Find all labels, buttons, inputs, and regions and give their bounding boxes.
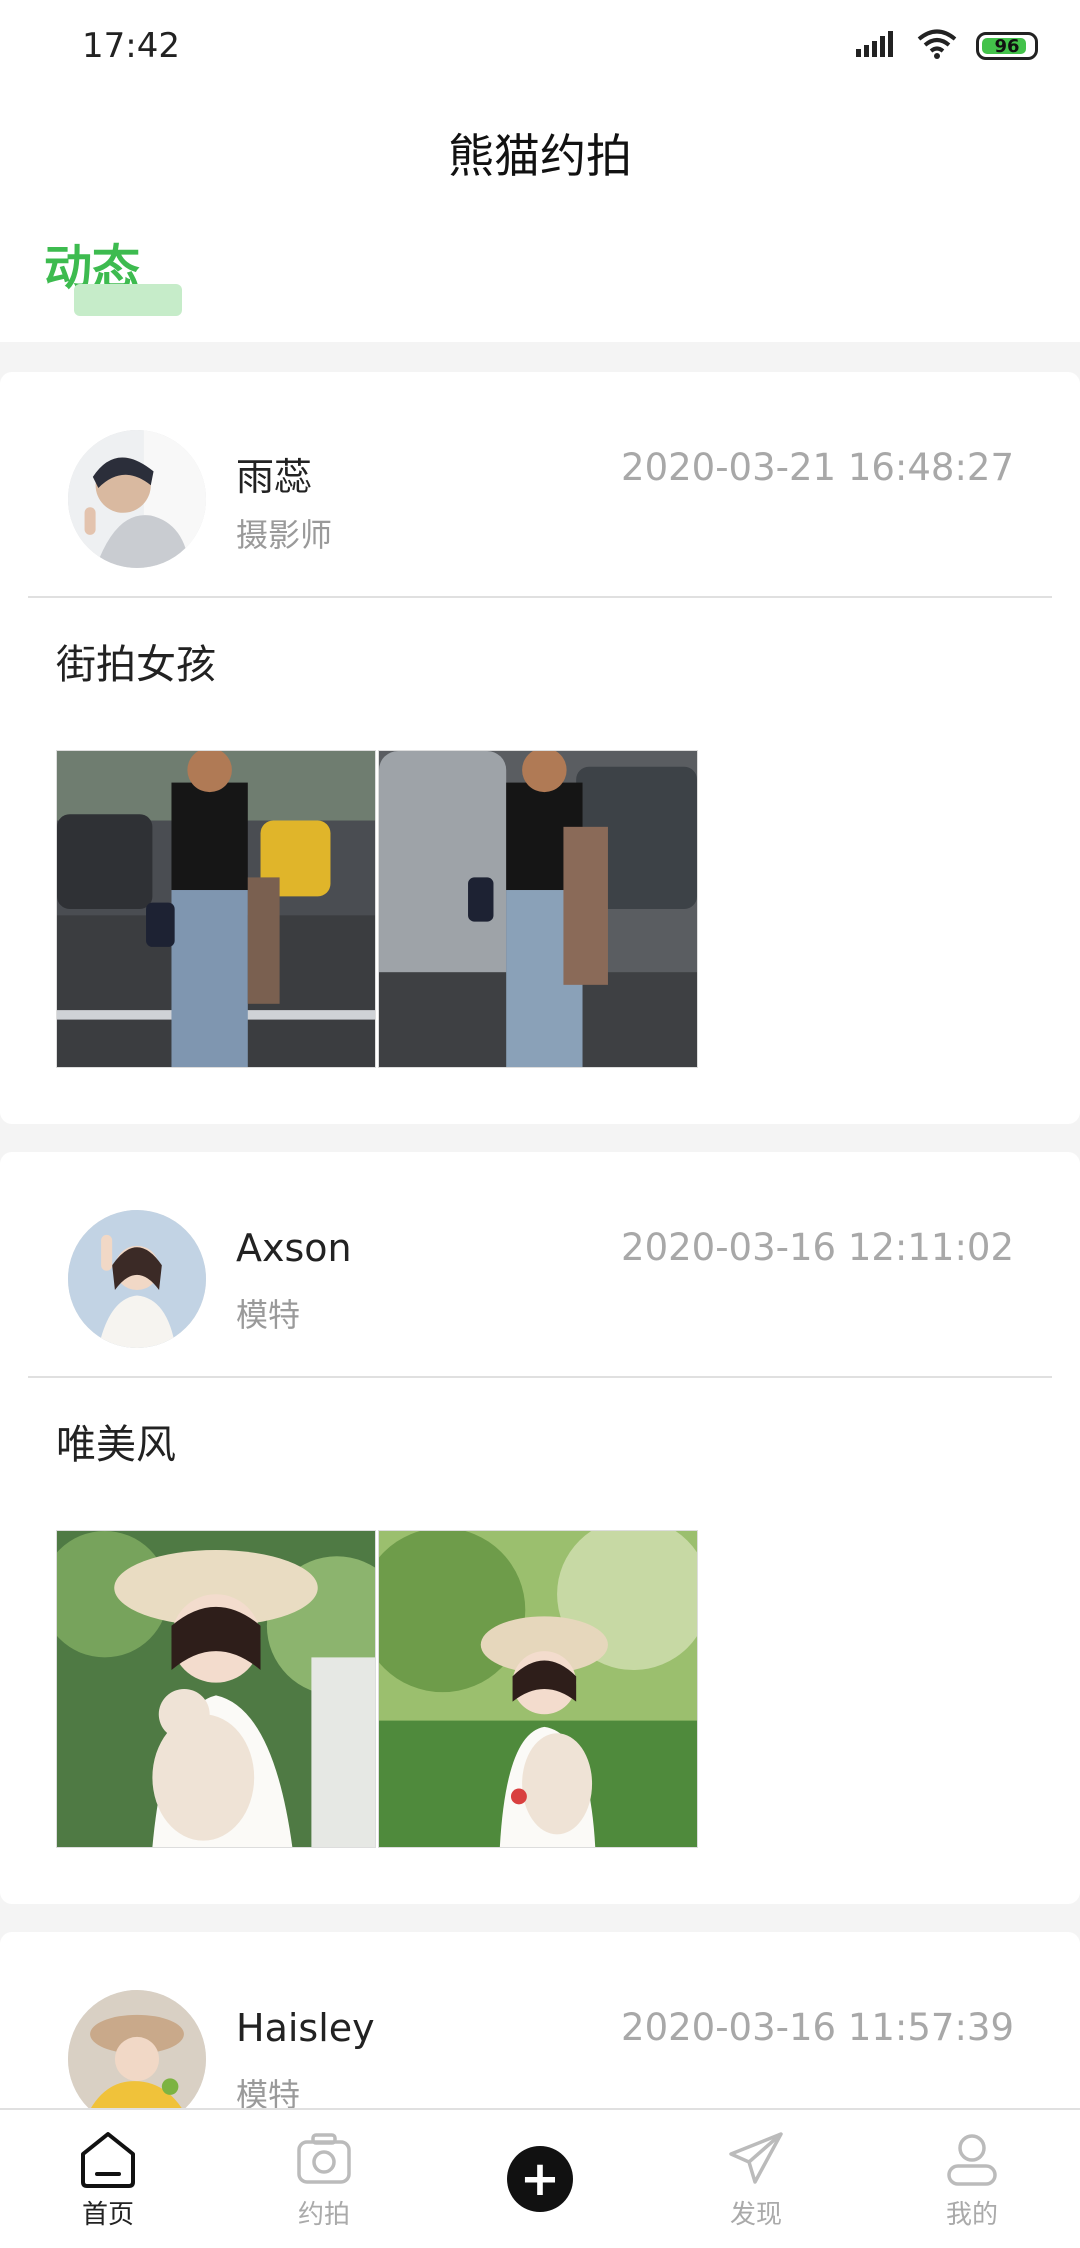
tab-indicator xyxy=(74,284,182,316)
app-title: 熊猫约拍 xyxy=(448,129,632,183)
card-header: 雨蕊 摄影师 2020-03-21 16:48:27 xyxy=(0,372,1080,598)
avatar[interactable] xyxy=(68,1210,206,1348)
nav-label: 首页 xyxy=(81,2199,134,2230)
status-icons: 96 xyxy=(854,28,1038,64)
divider xyxy=(28,1376,1052,1378)
signal-icon xyxy=(854,29,898,63)
post-time: 2020-03-21 16:48:27 xyxy=(621,446,1014,489)
user-role: 模特 xyxy=(236,1296,301,1334)
battery-level: 96 xyxy=(994,35,1020,57)
plus-icon[interactable]: + xyxy=(507,2146,573,2212)
nav-label: 约拍 xyxy=(297,2199,350,2230)
user-name[interactable]: Axson xyxy=(236,1226,352,1270)
nav-add[interactable]: + xyxy=(432,2146,648,2212)
wifi-icon xyxy=(916,28,958,64)
post-photo[interactable] xyxy=(378,750,698,1068)
feed-list: 雨蕊 摄影师 2020-03-21 16:48:27 街拍女孩 Axson 模特… xyxy=(0,372,1080,2186)
user-icon xyxy=(941,2128,1003,2190)
status-time: 17:42 xyxy=(82,26,180,66)
post-photo[interactable] xyxy=(378,1530,698,1848)
feed-card[interactable]: Axson 模特 2020-03-16 12:11:02 唯美风 xyxy=(0,1152,1080,1904)
paper-plane-icon xyxy=(725,2128,787,2190)
divider xyxy=(28,596,1052,598)
post-photo[interactable] xyxy=(56,1530,376,1848)
post-time: 2020-03-16 11:57:39 xyxy=(621,2006,1014,2049)
status-bar: 17:42 96 xyxy=(0,0,1080,96)
nav-label: 我的 xyxy=(945,2199,998,2230)
avatar[interactable] xyxy=(68,430,206,568)
nav-home[interactable]: 首页 xyxy=(0,2128,216,2231)
user-role: 摄影师 xyxy=(236,516,333,554)
user-name[interactable]: 雨蕊 xyxy=(236,446,312,501)
user-name[interactable]: Haisley xyxy=(236,2006,375,2050)
photo-grid xyxy=(0,690,1080,1124)
nav-booking[interactable]: 约拍 xyxy=(216,2128,432,2231)
feed-card[interactable]: 雨蕊 摄影师 2020-03-21 16:48:27 街拍女孩 xyxy=(0,372,1080,1124)
home-icon xyxy=(77,2128,139,2190)
post-photo[interactable] xyxy=(56,750,376,1068)
battery-icon: 96 xyxy=(976,32,1038,60)
nav-discover[interactable]: 发现 xyxy=(648,2128,864,2231)
photo-grid xyxy=(0,1470,1080,1904)
camera-icon xyxy=(293,2128,355,2190)
bottom-nav: 首页 约拍 + 发现 我的 xyxy=(0,2108,1080,2248)
header: 熊猫约拍 动态 xyxy=(0,96,1080,342)
post-text: 街拍女孩 xyxy=(56,642,216,688)
nav-mine[interactable]: 我的 xyxy=(864,2128,1080,2231)
card-header: Axson 模特 2020-03-16 12:11:02 xyxy=(0,1152,1080,1378)
post-text: 唯美风 xyxy=(56,1422,176,1468)
post-time: 2020-03-16 12:11:02 xyxy=(621,1226,1014,1269)
nav-label: 发现 xyxy=(729,2199,782,2230)
